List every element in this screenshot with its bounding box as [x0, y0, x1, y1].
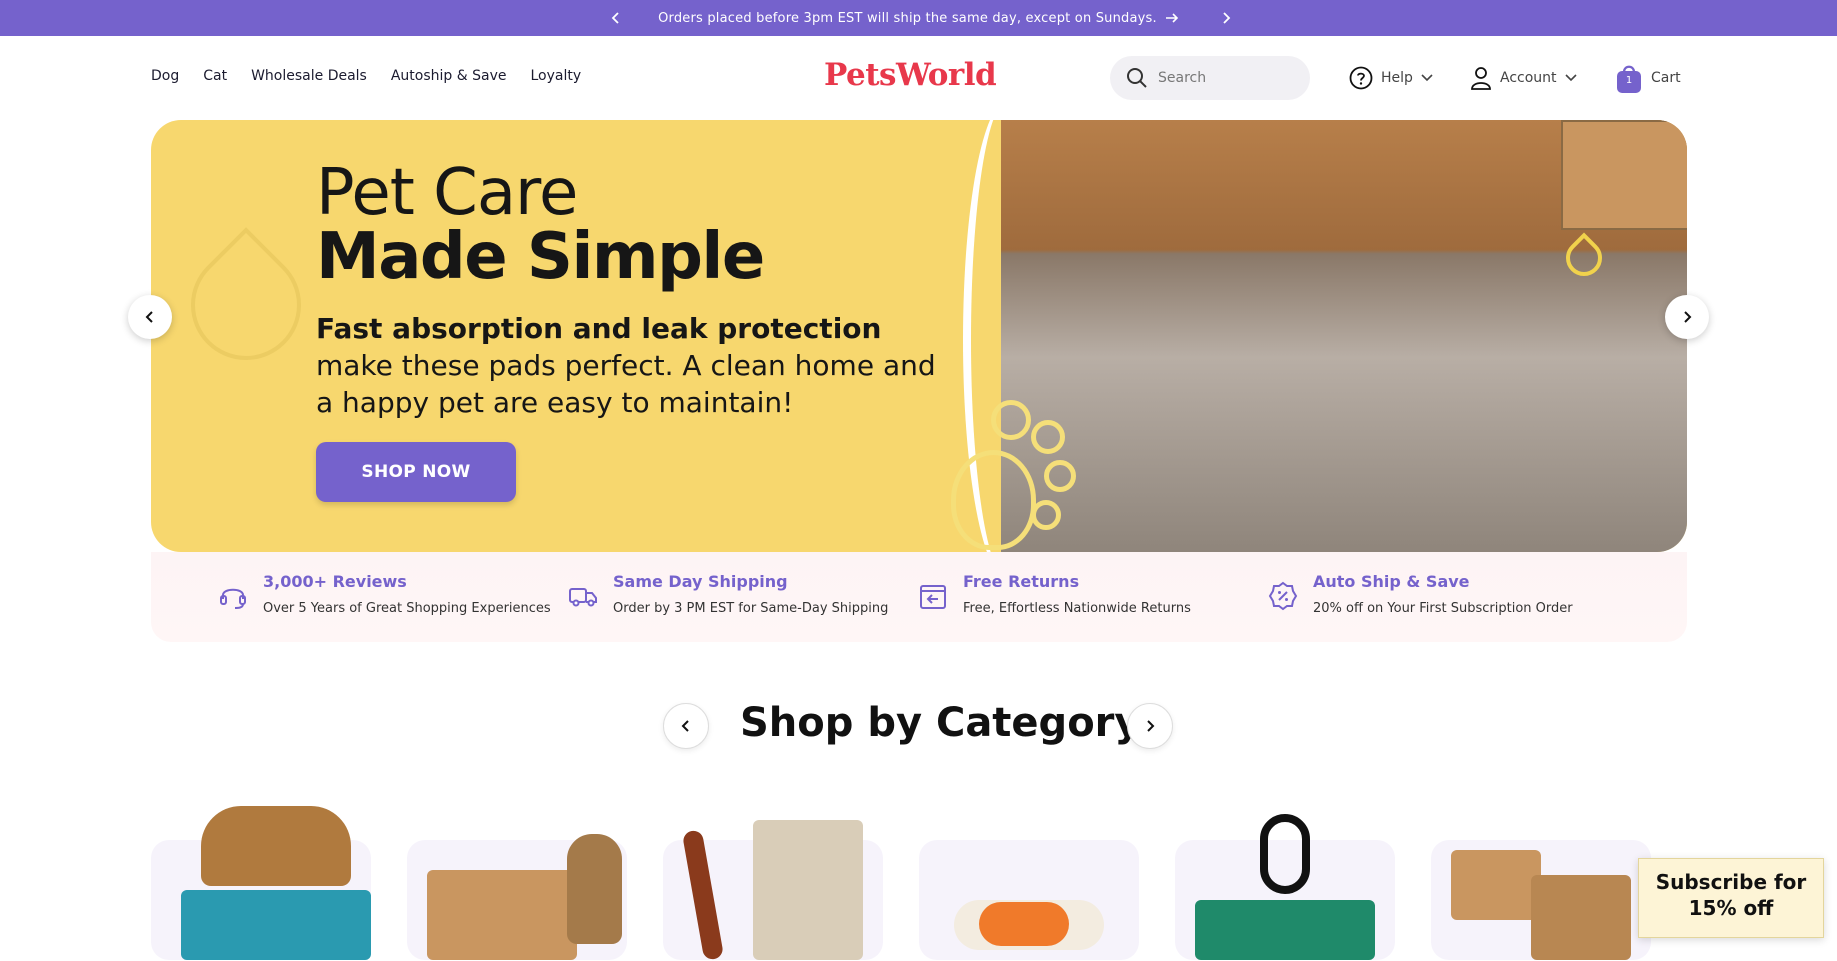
- account-menu[interactable]: Account: [1470, 66, 1577, 90]
- bone-toy-orange-image: [979, 902, 1069, 946]
- scooper-image: [1260, 814, 1310, 894]
- hero-next-button[interactable]: [1665, 295, 1709, 339]
- announcement-prev-button[interactable]: [606, 8, 626, 28]
- feature-desc: Free, Effortless Nationwide Returns: [963, 601, 1191, 616]
- discount-badge-icon: [1267, 580, 1299, 612]
- dogs-image: [201, 806, 351, 886]
- search-placeholder: Search: [1158, 70, 1207, 86]
- feature-reviews: 3,000+ Reviews Over 5 Years of Great Shop…: [217, 572, 551, 616]
- waste-bags-image: [1195, 900, 1375, 960]
- chevron-down-icon: [1421, 74, 1433, 82]
- chevron-left-icon: [611, 12, 619, 24]
- chevron-right-icon: [1147, 720, 1155, 732]
- feature-desc: Order by 3 PM EST for Same-Day Shipping: [613, 601, 889, 616]
- site-header: Dog Cat Wholesale Deals Autoship & Save …: [0, 36, 1837, 120]
- headset-icon: [217, 580, 249, 612]
- main-nav: Dog Cat Wholesale Deals Autoship & Save …: [151, 68, 581, 84]
- treats-bag-image: [753, 820, 863, 960]
- feature-title: Same Day Shipping: [613, 572, 788, 591]
- category-prev-button[interactable]: [663, 703, 709, 749]
- category-card-dog[interactable]: [151, 806, 371, 960]
- arrow-right-icon: [1165, 13, 1179, 23]
- search-icon: [1127, 68, 1147, 88]
- hero-prev-button[interactable]: [128, 295, 172, 339]
- category-card-treats[interactable]: [663, 820, 883, 961]
- chevron-right-icon: [1684, 311, 1692, 323]
- cart-label: Cart: [1651, 70, 1681, 86]
- nav-item-loyalty[interactable]: Loyalty: [531, 68, 582, 84]
- feature-title: Auto Ship & Save: [1313, 572, 1470, 591]
- chevron-left-icon: [681, 720, 689, 732]
- feature-desc: Over 5 Years of Great Shopping Experienc…: [263, 601, 551, 616]
- category-card-toys[interactable]: [919, 840, 1139, 960]
- cart-count-badge: 1: [1625, 75, 1633, 86]
- chevron-right-icon: [1223, 12, 1231, 24]
- announcement-message: Orders placed before 3pm EST will ship t…: [658, 11, 1179, 26]
- nav-item-wholesale-deals[interactable]: Wholesale Deals: [251, 68, 367, 84]
- box-stack-image: [1531, 875, 1631, 960]
- hero-subtitle: Fast absorption and leak protection make…: [316, 310, 956, 421]
- nav-item-autoship-save[interactable]: Autoship & Save: [391, 68, 507, 84]
- hero-subtitle-rest: make these pads perfect. A clean home an…: [316, 349, 936, 419]
- user-icon: [1471, 67, 1491, 90]
- category-section-title: Shop by Category: [740, 700, 1141, 746]
- truck-icon: [567, 580, 599, 612]
- droplet-decoration: [168, 227, 324, 383]
- chevron-down-icon: [1564, 74, 1577, 82]
- category-card-cat[interactable]: [407, 834, 627, 960]
- announcement-next-button[interactable]: [1216, 8, 1236, 28]
- chevron-left-icon: [145, 311, 153, 323]
- features-strip: 3,000+ Reviews Over 5 Years of Great Shop…: [151, 552, 1687, 642]
- pad-pack-image: [181, 890, 371, 960]
- announcement-text: Orders placed before 3pm EST will ship t…: [658, 10, 1157, 26]
- hero-banner: Pet Care Made Simple Fast absorption and…: [151, 120, 1687, 552]
- category-next-button[interactable]: [1127, 703, 1173, 749]
- return-box-icon: [917, 580, 949, 612]
- droplet-decoration: [1558, 232, 1610, 284]
- category-card-waste-bags[interactable]: [1175, 814, 1395, 960]
- help-label: Help: [1381, 70, 1413, 86]
- help-menu[interactable]: Help: [1349, 66, 1433, 90]
- hero-subtitle-bold: Fast absorption and leak protection: [316, 312, 882, 345]
- cart-icon: 1: [1615, 62, 1643, 94]
- hero-photo-dogs-on-pad: [1001, 120, 1687, 552]
- cart-link[interactable]: 1 Cart: [1615, 62, 1681, 94]
- nav-item-dog[interactable]: Dog: [151, 68, 179, 84]
- product-box-image: [1561, 120, 1687, 230]
- help-icon: [1349, 66, 1373, 90]
- site-logo[interactable]: PetsWorld: [824, 57, 997, 93]
- account-label: Account: [1500, 70, 1557, 86]
- announcement-bar: Orders placed before 3pm EST will ship t…: [0, 0, 1837, 36]
- subscribe-popup[interactable]: Subscribe for 15% off: [1638, 858, 1824, 938]
- feature-title: Free Returns: [963, 572, 1080, 591]
- feature-autoship: Auto Ship & Save 20% off on Your First Su…: [1267, 572, 1573, 616]
- search-input[interactable]: Search: [1110, 56, 1310, 100]
- nav-item-cat[interactable]: Cat: [203, 68, 227, 84]
- feature-title: 3,000+ Reviews: [263, 572, 407, 591]
- feature-desc: 20% off on Your First Subscription Order: [1313, 601, 1573, 616]
- hero-title-line2: Made Simple: [316, 220, 765, 294]
- shop-now-button[interactable]: SHOP NOW: [316, 442, 516, 502]
- category-card-wholesale[interactable]: [1431, 840, 1651, 960]
- hero-title-line1: Pet Care: [316, 156, 578, 230]
- feature-returns: Free Returns Free, Effortless Nationwide …: [917, 572, 1191, 616]
- product-box-image: [427, 870, 577, 960]
- bully-stick-image: [681, 829, 725, 961]
- feature-shipping: Same Day Shipping Order by 3 PM EST for S…: [567, 572, 888, 616]
- box-stack-image: [1451, 850, 1541, 920]
